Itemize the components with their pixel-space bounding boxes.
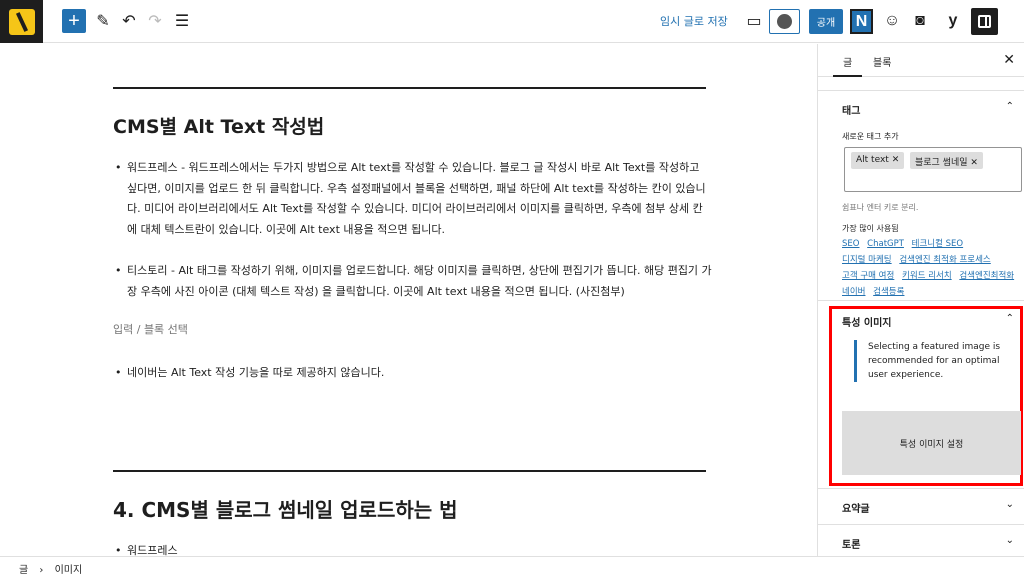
tab-block[interactable]: 블록 <box>873 54 891 69</box>
save-draft-button[interactable]: 임시 글로 저장 <box>660 13 728 29</box>
separator-block[interactable] <box>113 470 706 472</box>
tag-link[interactable]: 검색엔진 최적화 프로세스 <box>899 255 990 265</box>
discussion-panel-title[interactable]: 토론 <box>842 536 860 551</box>
tag-label: Alt text <box>856 155 889 165</box>
block-breadcrumb: 글 › 이미지 <box>0 556 1024 576</box>
tag-label: 블로그 썸네일 <box>915 158 968 168</box>
document-overview-icon[interactable]: ☰ <box>170 9 194 33</box>
tag-chip: 블로그 썸네일 ✕ <box>910 152 983 169</box>
excerpt-panel-title[interactable]: 요약글 <box>842 500 870 515</box>
undo-icon[interactable]: ↶ <box>117 9 141 33</box>
tag-help-text: 쉼표나 엔터 키로 분리. <box>842 203 919 212</box>
tag-input-field[interactable]: Alt text ✕ 블로그 썸네일 ✕ <box>844 147 1022 192</box>
chevron-up-icon[interactable]: ⌃ <box>1006 101 1014 112</box>
tag-link[interactable]: 테크니컬 SEO <box>912 239 963 249</box>
chevron-up-icon[interactable]: ⌃ <box>1006 313 1014 324</box>
camera-icon[interactable]: ◙ <box>908 9 932 33</box>
yoast-seo-button[interactable]: y <box>941 9 965 33</box>
tag-link[interactable]: 디지털 마케팅 <box>842 255 892 265</box>
circle-icon <box>777 14 792 29</box>
featured-image-panel-title[interactable]: 특성 이미지 <box>842 314 891 329</box>
divider <box>818 300 1024 301</box>
close-icon[interactable]: ✕ <box>1003 52 1015 68</box>
tag-link[interactable]: SEO <box>842 239 859 249</box>
sidebar-tabs: 글 블록 ✕ <box>818 44 1024 77</box>
tag-chip: Alt text ✕ <box>851 152 905 169</box>
tag-link[interactable]: 검색등록 <box>873 287 904 297</box>
site-logo-button[interactable] <box>0 0 43 43</box>
tag-link[interactable]: 검색엔진최적화 <box>959 271 1014 281</box>
tab-post[interactable]: 글 <box>832 54 863 77</box>
n-plugin-button[interactable]: N <box>850 9 873 34</box>
chevron-down-icon[interactable]: ⌄ <box>1006 499 1014 510</box>
logo-icon <box>8 8 35 35</box>
breadcrumb-image[interactable]: 이미지 <box>55 565 83 576</box>
most-used-label: 가장 많이 사용됨 <box>842 224 899 233</box>
heading-cms-alt-text[interactable]: CMS별 Alt Text 작성법 <box>113 112 324 139</box>
set-featured-image-button[interactable]: 특성 이미지 설정 <box>842 411 1021 475</box>
tag-link[interactable]: 키워드 리서치 <box>902 271 952 281</box>
character-plugin-icon[interactable]: ☺ <box>880 9 904 33</box>
tag-link[interactable]: ChatGPT <box>867 239 904 249</box>
settings-sidebar-toggle[interactable] <box>971 8 998 35</box>
separator-block[interactable] <box>113 87 706 89</box>
editor-canvas: CMS별 Alt Text 작성법 워드프레스 - 워드프레스에서는 두가지 방… <box>0 44 817 556</box>
redo-icon[interactable]: ↷ <box>143 9 167 33</box>
breadcrumb-post[interactable]: 글 <box>19 565 28 576</box>
new-tag-label: 새로운 태그 추가 <box>842 132 899 141</box>
settings-sidebar: 글 블록 ✕ 태그 ⌃ 새로운 태그 추가 Alt text ✕ 블로그 썸네일… <box>817 44 1024 556</box>
breadcrumb-separator: › <box>39 565 44 576</box>
empty-block-placeholder[interactable]: 입력 / 블록 선택 <box>113 320 713 341</box>
divider <box>818 90 1024 91</box>
tag-link[interactable]: 네이버 <box>842 287 865 297</box>
featured-image-notice: Selecting a featured image is recommende… <box>854 340 1014 382</box>
preview-device-icon[interactable]: ▭ <box>742 9 766 33</box>
tags-panel-title[interactable]: 태그 <box>842 102 860 117</box>
list-item[interactable]: 티스토리 - Alt 태그를 작성하기 위해, 이미지를 업로드합니다. 해당 … <box>115 261 712 302</box>
list-item[interactable]: 워드프레스 <box>115 541 712 556</box>
heading-thumbnail-upload[interactable]: 4. CMS별 블로그 썸네일 업로드하는 법 <box>113 494 458 523</box>
pencil-tool-icon[interactable]: ✎ <box>91 9 115 33</box>
list-item[interactable]: 네이버는 Alt Text 작성 기능을 따로 제공하지 않습니다. <box>115 363 712 384</box>
divider <box>818 524 1024 525</box>
chevron-down-icon[interactable]: ⌄ <box>1006 535 1014 546</box>
most-used-tags: SEO ChatGPT 테크니컬 SEO 디지털 마케팅 검색엔진 최적화 프로… <box>842 236 1022 300</box>
sidebar-icon <box>978 15 991 28</box>
tag-link[interactable]: 고객 구매 여정 <box>842 271 894 281</box>
publish-button[interactable]: 공개 <box>809 9 843 34</box>
remove-tag-icon[interactable]: ✕ <box>892 155 900 165</box>
list-item[interactable]: 워드프레스 - 워드프레스에서는 두가지 방법으로 Alt text를 작성할 … <box>115 158 712 240</box>
add-block-button[interactable]: + <box>62 9 86 33</box>
divider <box>818 488 1024 489</box>
top-toolbar: + ✎ ↶ ↷ ☰ 임시 글로 저장 ▭ 공개 N ☺ ◙ y <box>0 0 1024 43</box>
plugin-circle-button[interactable] <box>769 9 800 34</box>
remove-tag-icon[interactable]: ✕ <box>970 158 978 168</box>
